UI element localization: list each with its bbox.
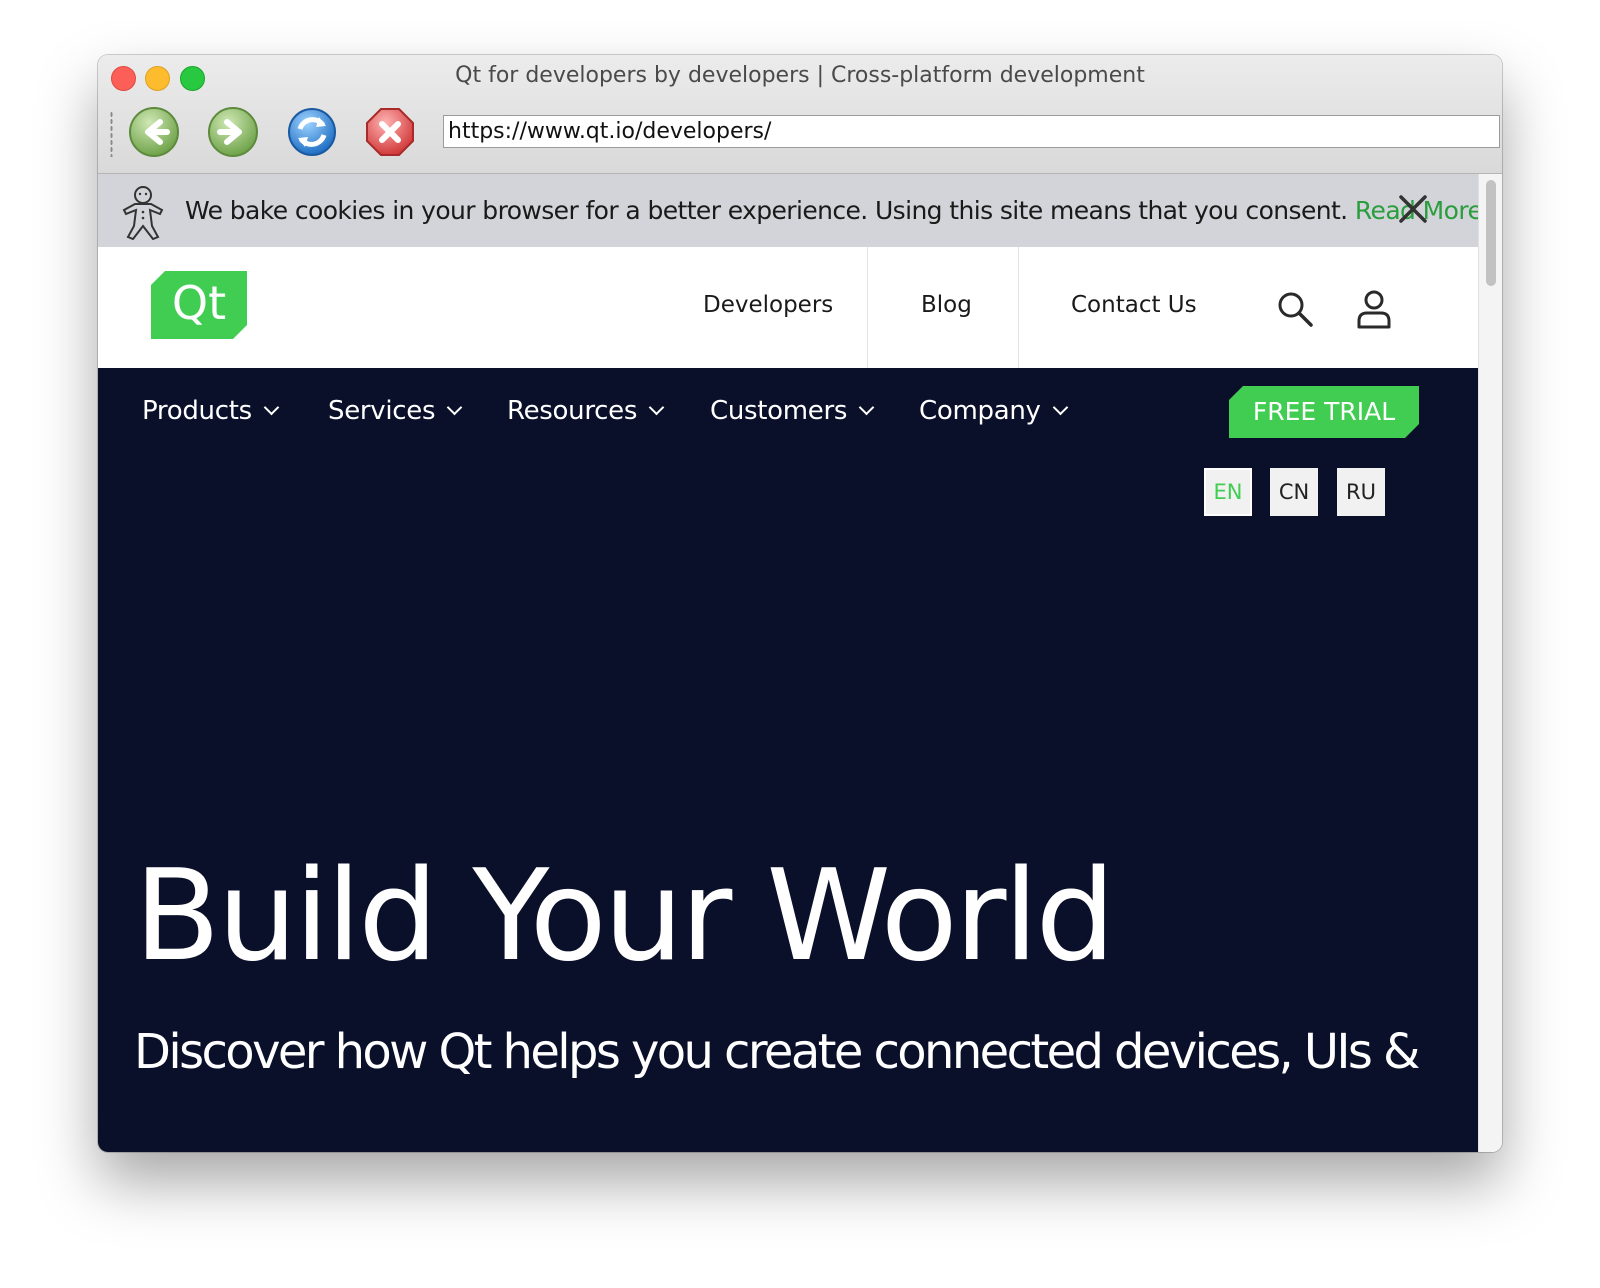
close-icon[interactable]: [1398, 194, 1428, 224]
back-button[interactable]: [127, 105, 181, 159]
search-icon[interactable]: [1275, 289, 1315, 329]
window-title: Qt for developers by developers | Cross-…: [455, 63, 1145, 88]
language-ru[interactable]: RU: [1337, 468, 1385, 516]
title-bar: Qt for developers by developers | Cross-…: [98, 55, 1502, 174]
page-viewport: We bake cookies in your browser for a be…: [98, 174, 1478, 1152]
header-link-contact-us[interactable]: Contact Us: [1071, 292, 1197, 318]
header-link-blog[interactable]: Blog: [921, 292, 972, 318]
hero-subtitle: Discover how Qt helps you create connect…: [134, 1024, 1420, 1080]
chevron-down-icon: [446, 399, 463, 416]
hero-title: Build Your World: [134, 842, 1115, 989]
nav-label: Resources: [507, 396, 638, 426]
vertical-scrollbar[interactable]: [1478, 174, 1502, 1152]
site-header: Qt Developers Blog Contact Us: [98, 247, 1478, 368]
hero-section: Products Services Resources Customers Co…: [98, 368, 1478, 1152]
cookie-message: We bake cookies in your browser for a be…: [185, 196, 1478, 225]
svg-text:Qt: Qt: [172, 276, 226, 330]
reload-icon: [288, 108, 336, 156]
chevron-down-icon: [1052, 399, 1068, 416]
nav-label: Company: [919, 396, 1041, 426]
chevron-down-icon: [858, 399, 875, 416]
nav-label: Products: [142, 396, 252, 426]
chevron-down-icon: [648, 399, 665, 416]
language-cn[interactable]: CN: [1270, 468, 1318, 516]
language-en[interactable]: EN: [1204, 468, 1252, 516]
nav-item-customers[interactable]: Customers: [710, 396, 875, 426]
nav-label: Customers: [710, 396, 848, 426]
browser-window: Qt for developers by developers | Cross-…: [98, 55, 1502, 1152]
free-trial-button[interactable]: FREE TRIAL: [1229, 386, 1419, 438]
scrollbar-thumb[interactable]: [1486, 180, 1496, 286]
qt-logo[interactable]: Qt: [151, 271, 247, 339]
header-link-developers[interactable]: Developers: [703, 292, 833, 318]
chevron-down-icon: [263, 399, 280, 416]
header-divider: [1018, 247, 1019, 368]
nav-item-company[interactable]: Company: [919, 396, 1068, 426]
header-divider: [867, 247, 868, 368]
forward-button[interactable]: [206, 105, 260, 159]
toolbar-grip: [110, 111, 113, 157]
nav-item-services[interactable]: Services: [328, 396, 463, 426]
nav-item-products[interactable]: Products: [142, 396, 280, 426]
cookie-message-text: We bake cookies in your browser for a be…: [185, 196, 1348, 225]
user-icon[interactable]: [1354, 289, 1394, 329]
reload-button[interactable]: [285, 105, 339, 159]
cookie-banner: We bake cookies in your browser for a be…: [98, 174, 1478, 247]
address-bar[interactable]: https://www.qt.io/developers/: [443, 115, 1500, 148]
nav-label: Services: [328, 396, 436, 426]
gingerbread-man-icon: [122, 186, 164, 240]
nav-item-resources[interactable]: Resources: [507, 396, 665, 426]
stop-button[interactable]: [363, 105, 417, 159]
